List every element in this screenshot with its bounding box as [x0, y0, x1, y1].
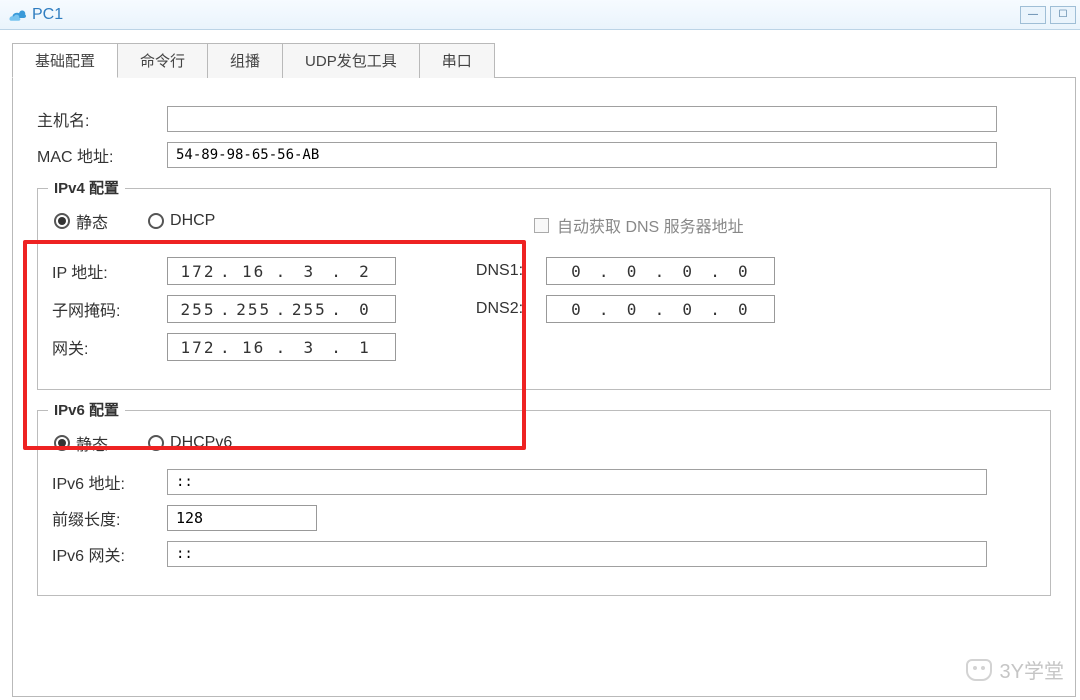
- tab-cli[interactable]: 命令行: [117, 43, 208, 78]
- ipv6-prefix-label: 前缀长度:: [52, 506, 167, 530]
- radio-selected-icon: [54, 213, 70, 229]
- window-title: PC1: [32, 6, 63, 24]
- ipv4-dhcp-radio[interactable]: DHCP: [148, 212, 215, 230]
- ipv4-dhcp-label: DHCP: [170, 212, 215, 230]
- auto-dns-checkbox[interactable]: 自动获取 DNS 服务器地址: [534, 213, 744, 237]
- panel-basic-config: 主机名: MAC 地址: IPv4 配置 静态 DHCP: [12, 77, 1076, 697]
- ipv4-static-label: 静态: [76, 209, 108, 233]
- subnet-mask-label: 子网掩码:: [52, 297, 167, 321]
- auto-dns-label: 自动获取 DNS 服务器地址: [557, 213, 744, 237]
- ipv4-fieldset: IPv4 配置 静态 DHCP 自动获取 DNS 服务器地址: [37, 188, 1051, 390]
- tab-multicast[interactable]: 组播: [207, 43, 283, 78]
- tab-serial[interactable]: 串口: [419, 43, 495, 78]
- ipv6-address-input[interactable]: [167, 469, 987, 495]
- maximize-button[interactable]: ☐: [1050, 6, 1076, 24]
- checkbox-unchecked-icon: [534, 218, 549, 233]
- ipv6-legend: IPv6 配置: [48, 399, 125, 420]
- ipv6-address-label: IPv6 地址:: [52, 470, 167, 494]
- tabs: 基础配置 命令行 组播 UDP发包工具 串口: [12, 42, 1076, 77]
- radio-unselected-icon: [148, 213, 164, 229]
- subnet-mask-input[interactable]: 255. 255. 255. 0: [167, 295, 396, 323]
- ipv6-static-radio[interactable]: 静态: [54, 431, 108, 455]
- radio-selected-icon: [54, 435, 70, 451]
- ipv6-gateway-label: IPv6 网关:: [52, 542, 167, 566]
- hostname-label: 主机名:: [37, 107, 167, 131]
- ip-address-input[interactable]: 172. 16. 3. 2: [167, 257, 396, 285]
- ipv6-dhcp-label: DHCPv6: [170, 434, 232, 452]
- gateway-label: 网关:: [52, 335, 167, 359]
- gateway-input[interactable]: 172. 16. 3. 1: [167, 333, 396, 361]
- mac-label: MAC 地址:: [37, 143, 167, 167]
- ipv4-legend: IPv4 配置: [48, 177, 125, 198]
- ipv6-dhcp-radio[interactable]: DHCPv6: [148, 434, 232, 452]
- dns1-label: DNS1:: [476, 262, 546, 280]
- ipv6-fieldset: IPv6 配置 静态 DHCPv6 IPv6 地址: 前缀长度:: [37, 410, 1051, 596]
- mac-input[interactable]: [167, 142, 997, 168]
- tab-udp-tool[interactable]: UDP发包工具: [282, 43, 420, 78]
- tab-basic-config[interactable]: 基础配置: [12, 43, 118, 78]
- ipv6-prefix-input[interactable]: [167, 505, 317, 531]
- dns2-input[interactable]: 0. 0. 0. 0: [546, 295, 775, 323]
- radio-unselected-icon: [148, 435, 164, 451]
- dns2-label: DNS2:: [476, 300, 546, 318]
- minimize-button[interactable]: —: [1020, 6, 1046, 24]
- ip-address-label: IP 地址:: [52, 259, 167, 283]
- ipv6-static-label: 静态: [76, 431, 108, 455]
- dns1-input[interactable]: 0. 0. 0. 0: [546, 257, 775, 285]
- app-icon: [8, 6, 26, 24]
- hostname-input[interactable]: [167, 106, 997, 132]
- ipv4-static-radio[interactable]: 静态: [54, 209, 108, 233]
- ipv6-gateway-input[interactable]: [167, 541, 987, 567]
- window-titlebar: PC1 — ☐: [0, 0, 1080, 30]
